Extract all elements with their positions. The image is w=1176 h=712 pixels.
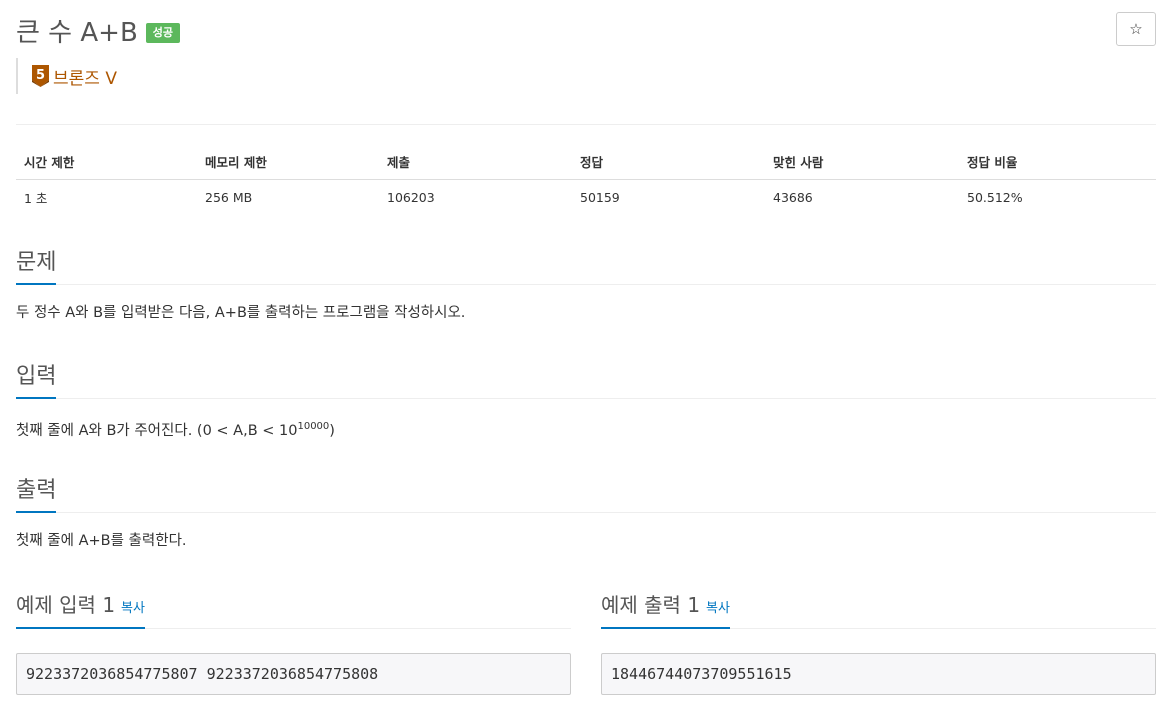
description-title: 문제: [16, 248, 57, 285]
problem-info-table: 시간 제한 메모리 제한 제출 정답 맞힌 사람 정답 비율 1 초 256 M…: [16, 144, 1156, 215]
input-title: 입력: [16, 362, 57, 399]
header-solved-users: 맞힌 사람: [765, 144, 959, 180]
star-button[interactable]: ☆: [1116, 12, 1156, 46]
bronze-tier-icon: 5: [32, 65, 49, 87]
sample-input-block: 예제 입력 1 복사 9223372036854775807 9223372036…: [16, 586, 571, 695]
input-header: 입력: [16, 360, 1156, 399]
sample-input-content: 9223372036854775807 9223372036854775808: [16, 653, 571, 695]
status-badge: 성공: [145, 22, 181, 43]
input-text-exponent: 10000: [297, 421, 330, 432]
value-solved-users[interactable]: 43686: [765, 180, 959, 216]
description-header: 문제: [16, 246, 1156, 285]
sample-input-title: 예제 입력 1 복사: [16, 591, 145, 629]
tier-number: 5: [36, 68, 45, 83]
star-icon: ☆: [1129, 20, 1143, 38]
copy-output-button[interactable]: 복사: [706, 601, 730, 616]
value-time-limit: 1 초: [24, 191, 48, 206]
header-ratio: 정답 비율: [959, 144, 1156, 180]
header-accepted: 정답: [572, 144, 765, 180]
tier-label[interactable]: 브론즈 V: [53, 64, 117, 89]
input-text-main: 첫째 줄에 A와 B가 주어진다. (0 < A,B < 10: [16, 422, 298, 439]
value-memory-limit: 256 MB: [205, 190, 253, 205]
table-row: 1 초 256 MB 106203 50159 43686 50.512%: [16, 180, 1156, 216]
output-title: 출력: [16, 476, 57, 513]
problem-title-row: 큰 수 A+B 성공: [16, 12, 181, 49]
page-title: 큰 수 A+B: [16, 18, 138, 48]
sample-input-header: 예제 입력 1 복사: [16, 586, 571, 629]
sample-input-title-text: 예제 입력 1: [16, 593, 116, 617]
input-text-end: ): [329, 422, 335, 439]
tier-container: 5 브론즈 V: [16, 58, 117, 94]
input-section: 입력 첫째 줄에 A와 B가 주어진다. (0 < A,B < 1010000): [16, 360, 1156, 441]
description-section: 문제 두 정수 A와 B를 입력받은 다음, A+B를 출력하는 프로그램을 작…: [16, 246, 1156, 323]
output-header: 출력: [16, 474, 1156, 513]
sample-output-content: 18446744073709551615: [601, 653, 1156, 695]
output-text: 첫째 줄에 A+B를 출력한다.: [16, 533, 187, 549]
sample-output-title: 예제 출력 1 복사: [601, 591, 730, 629]
header-memory-limit: 메모리 제한: [197, 144, 379, 180]
header-time-limit: 시간 제한: [16, 144, 197, 180]
sample-output-header: 예제 출력 1 복사: [601, 586, 1156, 629]
input-text: 첫째 줄에 A와 B가 주어진다. (0 < A,B < 1010000): [16, 417, 1156, 441]
sample-output-block: 예제 출력 1 복사 18446744073709551615: [601, 586, 1156, 695]
value-submissions[interactable]: 106203: [379, 180, 572, 216]
output-section: 출력 첫째 줄에 A+B를 출력한다.: [16, 474, 1156, 551]
table-header-row: 시간 제한 메모리 제한 제출 정답 맞힌 사람 정답 비율: [16, 144, 1156, 180]
copy-input-button[interactable]: 복사: [121, 601, 145, 616]
description-text: 두 정수 A와 B를 입력받은 다음, A+B를 출력하는 프로그램을 작성하시…: [16, 305, 466, 321]
divider: [16, 124, 1156, 125]
sample-output-title-text: 예제 출력 1: [601, 593, 701, 617]
value-ratio: 50.512%: [967, 190, 1023, 205]
header-submissions: 제출: [379, 144, 572, 180]
value-accepted[interactable]: 50159: [572, 180, 765, 216]
